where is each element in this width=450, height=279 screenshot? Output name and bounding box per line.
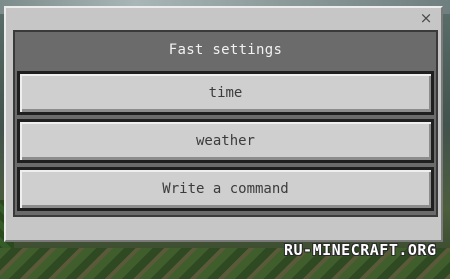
game-scene: × Fast settings time weather Write a com…: [0, 0, 450, 279]
site-watermark: RU-MINECRAFT.ORG: [284, 241, 437, 259]
weather-button[interactable]: weather: [17, 119, 434, 163]
close-icon[interactable]: ×: [418, 10, 434, 26]
time-button[interactable]: time: [17, 71, 434, 115]
dialog-title: Fast settings: [168, 42, 283, 58]
write-command-button[interactable]: Write a command: [17, 167, 434, 211]
